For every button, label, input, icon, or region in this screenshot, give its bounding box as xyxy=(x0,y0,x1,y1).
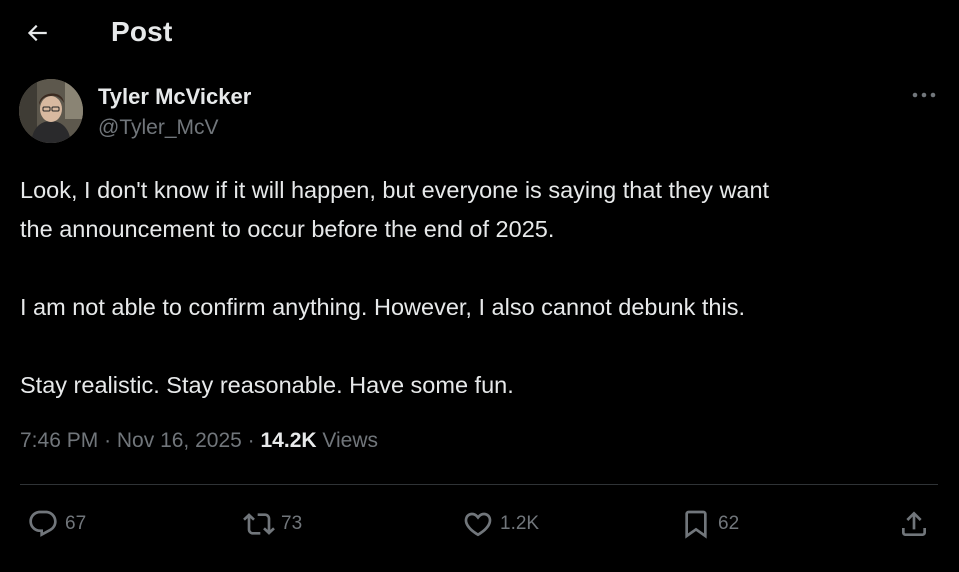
reply-count: 67 xyxy=(65,513,87,534)
header: Post xyxy=(0,0,959,66)
reply-icon xyxy=(29,510,57,537)
repost-icon xyxy=(243,513,275,535)
avatar[interactable] xyxy=(19,79,83,143)
page-title: Post xyxy=(111,16,173,47)
like-button[interactable]: 1.2K xyxy=(462,505,539,543)
like-count: 1.2K xyxy=(500,513,540,534)
post-time[interactable]: 7:46 PM xyxy=(20,429,98,452)
reply-button[interactable]: 67 xyxy=(27,505,86,543)
divider xyxy=(20,484,938,485)
post-date[interactable]: Nov 16, 2025 xyxy=(117,429,242,452)
repost-count: 73 xyxy=(281,513,303,534)
post-meta: 7:46 PM · Nov 16, 2025 · 14.2K Views xyxy=(20,429,378,453)
avatar-image xyxy=(19,79,83,143)
bookmark-icon xyxy=(685,510,707,539)
share-button[interactable] xyxy=(898,505,930,543)
meta-separator: · xyxy=(247,429,261,452)
post-paragraph: the announcement to occur before the end… xyxy=(20,216,555,242)
post-paragraph: Stay realistic. Stay reasonable. Have so… xyxy=(20,372,514,398)
author-handle[interactable]: @Tyler_McV xyxy=(98,116,219,140)
meta-separator: · xyxy=(104,429,117,452)
views-label: Views xyxy=(322,429,379,452)
more-button[interactable] xyxy=(906,82,942,108)
bookmark-button[interactable]: 62 xyxy=(680,505,739,543)
repost-button[interactable]: 73 xyxy=(243,505,302,543)
back-arrow-icon xyxy=(27,24,47,42)
more-icon xyxy=(912,92,936,98)
author-name[interactable]: Tyler McVicker xyxy=(98,84,251,110)
views-count[interactable]: 14.2K xyxy=(261,429,317,452)
post-text: Look, I don't know if it will happen, bu… xyxy=(20,171,930,405)
share-icon xyxy=(902,511,926,536)
like-icon xyxy=(464,512,492,537)
post-paragraph: Look, I don't know if it will happen, bu… xyxy=(20,177,770,203)
post-page: Post Tyler McVicker @Tyler_McV Look, I d… xyxy=(0,0,959,572)
post-paragraph: I am not able to confirm anything. Howev… xyxy=(20,294,745,320)
bookmark-count: 62 xyxy=(718,513,740,534)
back-button[interactable] xyxy=(18,14,56,52)
